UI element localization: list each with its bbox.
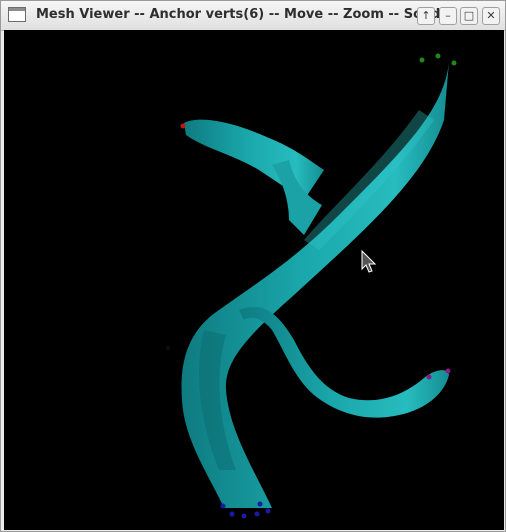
anchor-vertex[interactable] <box>166 346 170 350</box>
vessel-mesh <box>181 62 449 508</box>
title-bar[interactable]: Mesh Viewer -- Anchor verts(6) -- Move -… <box>1 1 505 31</box>
window-icon[interactable] <box>8 7 26 22</box>
mesh-upper-branch <box>184 119 324 200</box>
anchor-vertex[interactable] <box>419 57 425 63</box>
anchor-vertex[interactable] <box>180 123 186 129</box>
mesh-render <box>166 53 457 519</box>
window-title: Mesh Viewer -- Anchor verts(6) -- Move -… <box>36 7 441 22</box>
anchor-vertex[interactable] <box>445 368 451 374</box>
anchor-vertex[interactable] <box>241 513 247 519</box>
mesh-lower-branch <box>239 306 449 418</box>
maximize-icon: □ <box>463 9 475 22</box>
anchor-vertex[interactable] <box>254 511 260 517</box>
anchor-vertex[interactable] <box>257 501 263 507</box>
close-icon: ✕ <box>486 9 496 22</box>
anchor-vertex[interactable] <box>451 60 457 66</box>
minimize-icon: – <box>445 9 451 22</box>
anchor-vertex[interactable] <box>229 511 235 517</box>
anchor-vertex[interactable] <box>220 503 226 509</box>
pin-button[interactable]: ↑ <box>417 7 435 25</box>
maximize-button[interactable]: □ <box>460 7 478 25</box>
mesh-highlight-facet <box>304 110 434 250</box>
arrow-up-icon: ↑ <box>421 9 431 22</box>
anchor-vertex[interactable] <box>435 53 441 59</box>
anchor-vertex[interactable] <box>265 508 271 514</box>
close-button[interactable]: ✕ <box>482 7 500 25</box>
mouse-pointer-icon <box>361 249 377 273</box>
anchor-vertex[interactable] <box>426 374 432 380</box>
mesh-viewport[interactable] <box>4 30 504 530</box>
minimize-button[interactable]: – <box>439 7 457 25</box>
mesh-viewer-window: Mesh Viewer -- Anchor verts(6) -- Move -… <box>0 0 506 532</box>
